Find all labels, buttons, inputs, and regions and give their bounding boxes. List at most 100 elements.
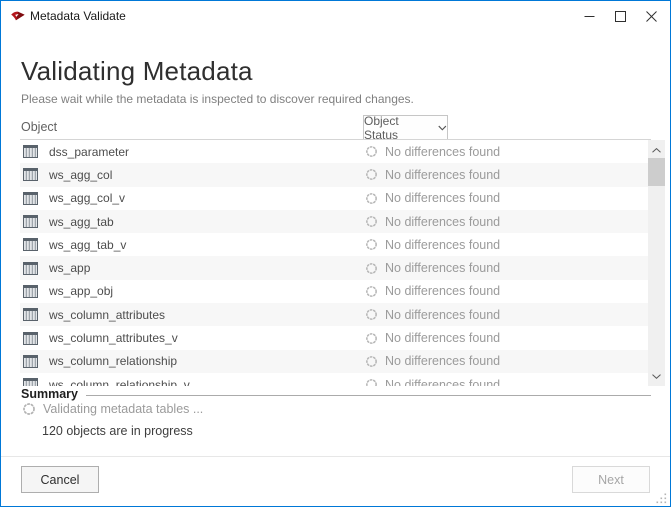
spinner-icon [365, 262, 378, 275]
object-name: ws_app_obj [49, 284, 113, 298]
object-status-text: No differences found [385, 308, 500, 322]
object-status: No differences found [365, 284, 500, 298]
object-status: No differences found [365, 261, 500, 275]
object-status-text: No differences found [385, 261, 500, 275]
list-item[interactable]: ws_column_attributes No differences foun… [20, 303, 648, 326]
metadata-validate-window: Metadata Validate Validating Metadata P [0, 0, 671, 507]
spinner-icon [365, 215, 378, 228]
object-status: No differences found [365, 308, 500, 322]
object-status: No differences found [365, 168, 500, 182]
list-item[interactable]: ws_column_attributes_v No differences fo… [20, 326, 648, 349]
window-controls [574, 1, 667, 31]
object-status-text: No differences found [385, 354, 500, 368]
object-status: No differences found [365, 331, 500, 345]
object-list: dss_parameter No differences found ws_ag… [20, 140, 648, 386]
table-icon [23, 168, 38, 181]
footer-separator [1, 456, 670, 457]
object-status-text: No differences found [385, 331, 500, 345]
scrollbar-thumb[interactable] [648, 158, 665, 186]
minimize-button[interactable] [574, 1, 605, 31]
object-status-text: No differences found [385, 191, 500, 205]
summary-progress-text: 120 objects are in progress [42, 424, 193, 438]
close-button[interactable] [636, 1, 667, 31]
table-icon [23, 378, 38, 386]
summary-activity: Validating metadata tables ... [22, 402, 203, 416]
spinner-icon [365, 238, 378, 251]
object-status-filter-label: Object Status [364, 114, 433, 142]
object-status-text: No differences found [385, 168, 500, 182]
list-scrollbar[interactable] [648, 140, 665, 386]
minimize-icon [584, 11, 595, 22]
object-status-text: No differences found [385, 238, 500, 252]
table-icon [23, 262, 38, 275]
scrollbar-down-button[interactable] [648, 369, 665, 383]
object-name: ws_column_attributes_v [49, 331, 178, 345]
object-status: No differences found [365, 354, 500, 368]
object-name: ws_column_attributes [49, 308, 165, 322]
spinner-icon [365, 308, 378, 321]
spinner-icon [22, 402, 36, 416]
object-status-text: No differences found [385, 284, 500, 298]
spinner-icon [365, 168, 378, 181]
spinner-icon [365, 285, 378, 298]
object-status: No differences found [365, 145, 500, 159]
object-name: ws_agg_col_v [49, 191, 125, 205]
table-icon [23, 215, 38, 228]
summary-heading: Summary [21, 387, 78, 401]
page-subtitle: Please wait while the metadata is inspec… [21, 92, 414, 106]
maximize-button[interactable] [605, 1, 636, 31]
object-status-text: No differences found [385, 215, 500, 229]
list-item[interactable]: ws_agg_tab_v No differences found [20, 233, 648, 256]
close-icon [646, 11, 657, 22]
table-icon [23, 285, 38, 298]
window-title: Metadata Validate [30, 9, 126, 23]
list-item[interactable]: ws_agg_col No differences found [20, 163, 648, 186]
object-name: ws_column_relationship [49, 354, 177, 368]
object-name: dss_parameter [49, 145, 129, 159]
object-status: No differences found [365, 191, 500, 205]
object-status-text: No differences found [385, 145, 500, 159]
table-icon [23, 355, 38, 368]
list-item[interactable]: ws_column_relationship_v No differences … [20, 373, 648, 386]
object-name: ws_agg_tab_v [49, 238, 126, 252]
summary-activity-text: Validating metadata tables ... [43, 402, 203, 416]
chevron-down-icon [438, 125, 447, 131]
spinner-icon [365, 192, 378, 205]
page-title: Validating Metadata [21, 56, 253, 87]
spinner-icon [365, 145, 378, 158]
object-name: ws_agg_col [49, 168, 112, 182]
cancel-button[interactable]: Cancel [21, 466, 99, 493]
list-item[interactable]: ws_app No differences found [20, 256, 648, 279]
summary-rule [86, 395, 651, 396]
app-logo-icon [10, 8, 26, 23]
object-column-header: Object [21, 120, 57, 134]
resize-grip[interactable] [655, 492, 667, 504]
summary-section-header: Summary [21, 387, 651, 401]
list-item[interactable]: ws_agg_col_v No differences found [20, 187, 648, 210]
table-icon [23, 238, 38, 251]
chevron-down-icon [652, 374, 661, 379]
object-name: ws_column_relationship_v [49, 378, 190, 386]
table-icon [23, 332, 38, 345]
list-item[interactable]: ws_column_relationship No differences fo… [20, 350, 648, 373]
object-status: No differences found [365, 238, 500, 252]
object-status-text: No differences found [385, 378, 500, 386]
object-name: ws_agg_tab [49, 215, 114, 229]
list-item[interactable]: ws_agg_tab No differences found [20, 210, 648, 233]
next-button[interactable]: Next [572, 466, 650, 493]
table-icon [23, 145, 38, 158]
object-status-filter[interactable]: Object Status [363, 115, 448, 140]
object-name: ws_app [49, 261, 90, 275]
object-status: No differences found [365, 378, 500, 386]
object-status: No differences found [365, 215, 500, 229]
resize-grip-icon [655, 492, 667, 504]
list-item[interactable]: dss_parameter No differences found [20, 140, 648, 163]
titlebar: Metadata Validate [1, 1, 670, 31]
spinner-icon [365, 355, 378, 368]
scrollbar-up-button[interactable] [648, 143, 665, 157]
list-item[interactable]: ws_app_obj No differences found [20, 280, 648, 303]
table-icon [23, 192, 38, 205]
maximize-icon [615, 11, 626, 22]
table-icon [23, 308, 38, 321]
chevron-up-icon [652, 148, 661, 153]
